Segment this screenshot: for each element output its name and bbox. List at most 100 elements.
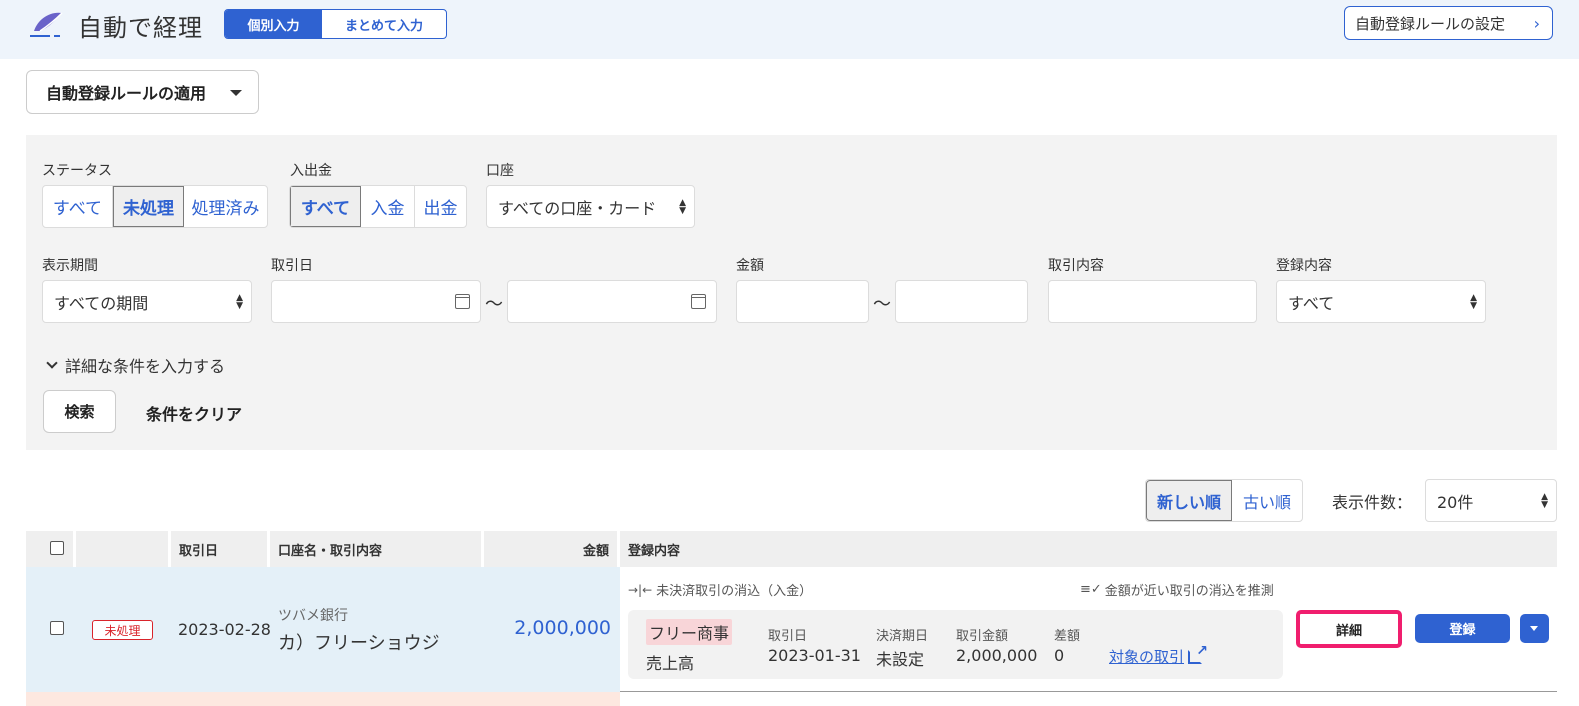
period-select[interactable]: すべての期間 ▲ ▼ <box>42 280 252 323</box>
search-button[interactable]: 検索 <box>43 390 116 433</box>
select-arrows-icon: ▲ ▼ <box>1541 492 1548 510</box>
card-label-amount: 取引金額 <box>956 629 1009 644</box>
unsettled-clear-hint: →|← 未決済取引の消込（入金） <box>628 580 813 600</box>
row-divider <box>620 691 1557 692</box>
input-mode-toggle: 個別入力 まとめて入力 <box>224 9 447 39</box>
partner-tag: フリー商事 <box>646 619 733 645</box>
card-value-amount: 2,000,000 <box>956 646 1038 665</box>
period-filter-label: 表示期間 <box>42 258 98 274</box>
select-all-checkbox[interactable] <box>50 541 64 555</box>
detail-conditions-label: 詳細な条件を入力する <box>65 357 226 376</box>
select-arrows-icon: ▲ ▼ <box>679 198 686 216</box>
external-link-icon <box>1188 643 1208 664</box>
column-divider <box>267 531 270 567</box>
target-transaction-label: 対象の取引 <box>1109 648 1185 666</box>
chevron-right-icon: › <box>1533 14 1540 33</box>
status-option-unprocessed[interactable]: 未処理 <box>113 186 184 227</box>
range-separator: 〜 <box>873 294 891 315</box>
row-checkbox[interactable] <box>50 621 64 635</box>
register-button[interactable]: 登録 <box>1415 614 1510 643</box>
detail-button[interactable]: 詳細 <box>1296 610 1402 648</box>
detail-conditions-toggle[interactable]: 詳細な条件を入力する <box>46 353 226 377</box>
guess-clear-hint: ≡✓ 金額が近い取引の消込を推測 <box>1080 580 1274 599</box>
guess-clear-label: 金額が近い取引の消込を推測 <box>1104 584 1274 599</box>
tab-batch-input[interactable]: まとめて入力 <box>322 10 446 38</box>
direction-option-all[interactable]: すべて <box>290 186 361 227</box>
direction-filter-label: 入出金 <box>290 163 332 179</box>
page-size-select[interactable]: 20件 ▲ ▼ <box>1425 479 1557 522</box>
merge-arrows-icon: →|← <box>628 582 653 597</box>
trade-date-from-input[interactable] <box>271 280 481 323</box>
app-header: 自動で経理 個別入力 まとめて入力 自動登録ルールの設定 › <box>0 0 1579 59</box>
amount-min-input[interactable] <box>736 280 869 323</box>
apply-rule-dropdown[interactable]: 自動登録ルールの適用 <box>26 70 259 114</box>
target-transaction-link[interactable]: 対象の取引 <box>1109 643 1208 667</box>
unsettled-clear-label: 未決済取引の消込（入金） <box>656 584 813 599</box>
card-value-diff: 0 <box>1054 646 1065 665</box>
amount-label: 金額 <box>736 258 764 274</box>
registration-select[interactable]: すべて ▲ ▼ <box>1276 280 1486 323</box>
column-divider <box>617 531 620 567</box>
status-option-processed[interactable]: 処理済み <box>184 186 267 227</box>
register-options-button[interactable] <box>1520 614 1549 643</box>
page-size-value: 20件 <box>1437 492 1474 512</box>
status-filter: すべて 未処理 処理済み <box>42 185 268 228</box>
account-filter-label: 口座 <box>486 163 514 179</box>
sort-order-toggle: 新しい順 古い順 <box>1145 479 1303 522</box>
direction-option-withdrawal[interactable]: 出金 <box>415 186 466 227</box>
trade-date-to-input[interactable] <box>507 280 717 323</box>
account-select-value: すべての口座・カード <box>498 198 657 218</box>
header-date: 取引日 <box>179 543 219 559</box>
trade-content-input[interactable] <box>1048 280 1257 323</box>
direction-option-deposit[interactable]: 入金 <box>361 186 415 227</box>
registration-select-value: すべて <box>1288 293 1335 313</box>
period-select-value: すべての期間 <box>54 293 149 313</box>
row-bank-name: ツバメ銀行 <box>278 608 348 624</box>
table-row <box>26 692 620 706</box>
sort-oldest[interactable]: 古い順 <box>1232 480 1302 521</box>
row-description: カ）フリーショウジ <box>278 633 440 654</box>
account-item: 売上高 <box>646 654 695 673</box>
filter-panel: ステータス すべて 未処理 処理済み 入出金 すべて 入金 出金 口座 すべての… <box>26 135 1557 450</box>
caret-down-icon <box>230 90 242 96</box>
header-amount: 金額 <box>582 543 609 559</box>
select-arrows-icon: ▲ ▼ <box>236 293 243 311</box>
calendar-icon[interactable] <box>455 294 470 309</box>
row-amount: 2,000,000 <box>514 617 611 639</box>
card-label-date: 取引日 <box>768 629 808 644</box>
status-option-all[interactable]: すべて <box>43 186 113 227</box>
row-date: 2023-02-28 <box>178 620 271 639</box>
amount-max-input[interactable] <box>895 280 1028 323</box>
range-separator: 〜 <box>485 294 503 315</box>
calendar-icon[interactable] <box>691 294 706 309</box>
status-badge: 未処理 <box>92 620 153 640</box>
quill-logo-icon <box>30 12 63 37</box>
account-select[interactable]: すべての口座・カード ▲ ▼ <box>486 185 695 228</box>
header-registration: 登録内容 <box>628 543 681 559</box>
trade-date-label: 取引日 <box>271 258 313 274</box>
select-arrows-icon: ▲ ▼ <box>1470 293 1477 311</box>
direction-filter: すべて 入金 出金 <box>289 185 467 228</box>
list-check-icon: ≡✓ <box>1080 582 1102 597</box>
rule-settings-button[interactable]: 自動登録ルールの設定 › <box>1344 6 1553 40</box>
registration-card: フリー商事 売上高 取引日 2023-01-31 決済期日 未設定 取引金額 2… <box>628 610 1283 679</box>
card-value-due: 未設定 <box>876 650 925 669</box>
sort-newest[interactable]: 新しい順 <box>1146 480 1232 521</box>
caret-down-icon <box>1530 626 1538 631</box>
card-label-due: 決済期日 <box>876 629 929 644</box>
table-header: 取引日 口座名・取引内容 金額 登録内容 <box>26 531 1557 567</box>
page-size-label: 表示件数： <box>1332 493 1413 512</box>
clear-conditions-button[interactable]: 条件をクリア <box>146 401 242 425</box>
column-divider <box>168 531 171 567</box>
chevron-down-icon <box>46 357 58 369</box>
app-title: 自動で経理 <box>78 14 203 42</box>
tab-individual-input[interactable]: 個別入力 <box>225 10 322 38</box>
apply-rule-label: 自動登録ルールの適用 <box>46 84 207 103</box>
status-filter-label: ステータス <box>42 163 112 179</box>
registration-label: 登録内容 <box>1276 258 1332 274</box>
card-label-diff: 差額 <box>1054 629 1081 644</box>
column-divider <box>73 531 76 567</box>
header-account: 口座名・取引内容 <box>278 543 383 559</box>
card-value-date: 2023-01-31 <box>768 646 861 665</box>
rule-settings-label: 自動登録ルールの設定 <box>1355 14 1506 33</box>
